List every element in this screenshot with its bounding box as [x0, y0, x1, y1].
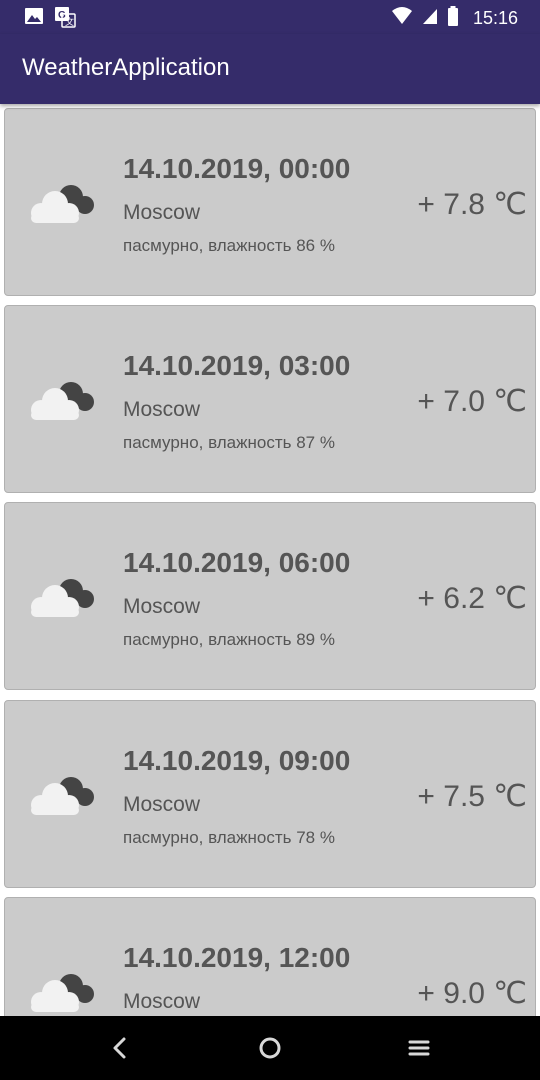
home-icon[interactable]: [252, 1030, 288, 1066]
forecast-card[interactable]: 14.10.2019, 09:00 Moscow пасмурно, влажн…: [4, 700, 536, 888]
forecast-city: Moscow: [123, 398, 201, 421]
forecast-temperature: + 6.2 ℃: [417, 582, 527, 615]
signal-icon: [421, 6, 439, 31]
forecast-description: пасмурно, влажность 87 %: [123, 433, 335, 452]
status-time: 15:16: [472, 8, 518, 28]
forecast-card[interactable]: 14.10.2019, 06:00 Moscow пасмурно, влажн…: [4, 502, 536, 690]
navigation-bar: [0, 1016, 540, 1080]
forecast-card[interactable]: 14.10.2019, 12:00 Moscow + 9.0 ℃: [4, 897, 536, 1016]
forecast-description: пасмурно, влажность 78 %: [123, 828, 335, 847]
app-bar: WeatherApplication: [0, 34, 540, 104]
cloudy-icon: [23, 374, 101, 426]
forecast-temperature: + 7.0 ℃: [417, 385, 527, 418]
cloudy-icon: [23, 571, 101, 623]
status-bar: G 文 15:16: [0, 0, 540, 34]
forecast-temperature: + 7.5 ℃: [417, 780, 527, 813]
forecast-date: 14.10.2019, 06:00: [123, 547, 351, 578]
forecast-city: Moscow: [123, 595, 201, 618]
screen: G 文 15:16 WeatherApplication 14.10.2019,…: [0, 0, 540, 1080]
image-icon: [24, 6, 44, 33]
forecast-list[interactable]: 14.10.2019, 00:00 Moscow пасмурно, влажн…: [0, 104, 540, 1016]
forecast-description: пасмурно, влажность 89 %: [123, 630, 335, 649]
svg-text:文: 文: [65, 16, 74, 27]
app-title: WeatherApplication: [22, 54, 230, 81]
forecast-city: Moscow: [123, 201, 201, 224]
cloudy-icon: [23, 177, 101, 229]
menu-icon[interactable]: [401, 1030, 437, 1066]
forecast-temperature: + 7.8 ℃: [417, 188, 527, 221]
forecast-date: 14.10.2019, 03:00: [123, 350, 351, 381]
forecast-card[interactable]: 14.10.2019, 00:00 Moscow пасмурно, влажн…: [4, 108, 536, 296]
wifi-icon: [391, 6, 413, 31]
battery-icon: [447, 5, 459, 32]
cloudy-icon: [23, 769, 101, 821]
forecast-date: 14.10.2019, 12:00: [123, 942, 351, 973]
forecast-date: 14.10.2019, 00:00: [123, 153, 351, 184]
forecast-description: пасмурно, влажность 86 %: [123, 236, 335, 255]
forecast-date: 14.10.2019, 09:00: [123, 745, 351, 776]
forecast-card[interactable]: 14.10.2019, 03:00 Moscow пасмурно, влажн…: [4, 305, 536, 493]
forecast-city: Moscow: [123, 990, 201, 1013]
cloudy-icon: [23, 966, 101, 1016]
back-icon[interactable]: [102, 1030, 138, 1066]
status-left-icons: G 文: [24, 6, 76, 33]
status-right-icons: 15:16: [391, 5, 518, 32]
forecast-city: Moscow: [123, 793, 201, 816]
translate-icon: G 文: [54, 6, 76, 33]
forecast-temperature: + 9.0 ℃: [417, 977, 527, 1010]
